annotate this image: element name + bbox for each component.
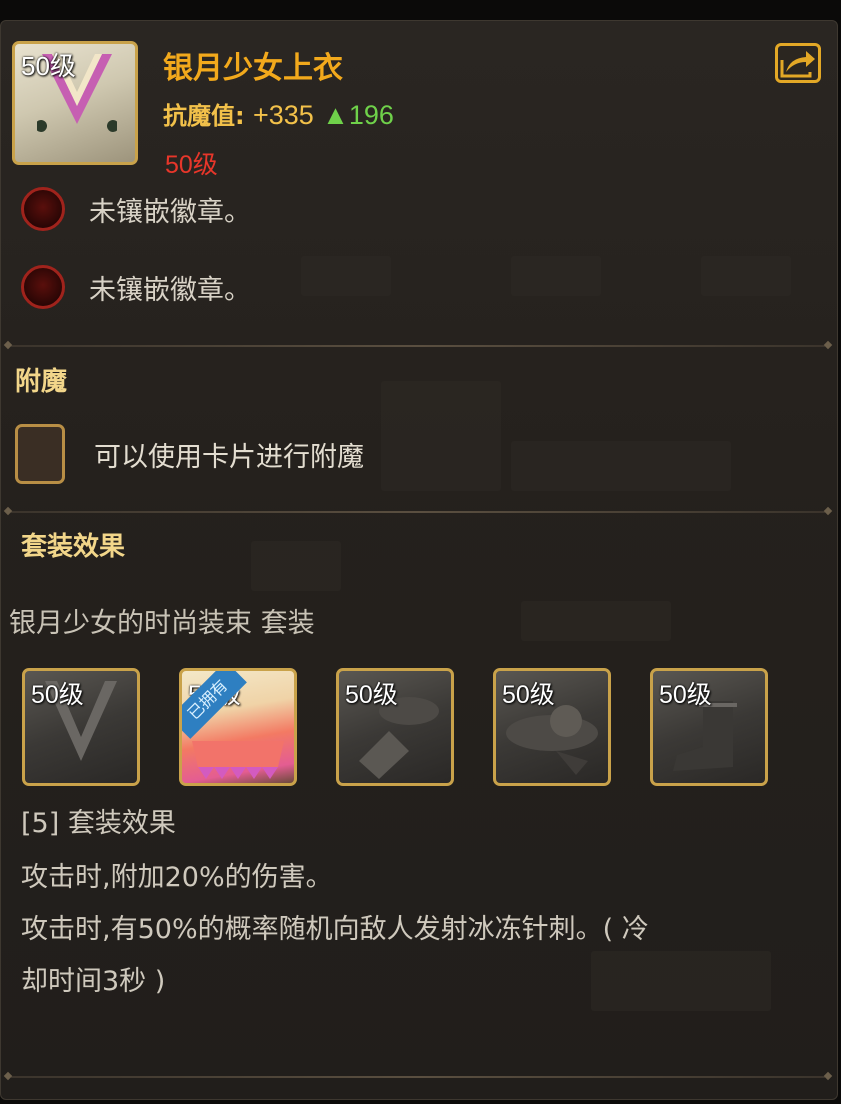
set-name: 银月少女的时尚装束 套装 bbox=[9, 608, 315, 639]
item-tooltip-panel: 50级 银月少女上衣 抗魔值: +335 ▲196 50级 未镶嵌徽章。 未镶嵌… bbox=[0, 20, 838, 1100]
stat-label: 抗魔值: bbox=[163, 102, 245, 130]
enchant-card-slot[interactable] bbox=[15, 424, 65, 484]
socket-icon bbox=[21, 265, 65, 309]
share-button[interactable] bbox=[775, 43, 821, 83]
badge-socket-1[interactable]: 未镶嵌徽章。 bbox=[21, 185, 251, 233]
badge-socket-2[interactable]: 未镶嵌徽章。 bbox=[21, 263, 251, 311]
stat-value: +335 bbox=[252, 100, 314, 130]
item-name: 银月少女上衣 bbox=[163, 51, 343, 86]
divider bbox=[11, 511, 825, 513]
set-bonus-header: [5] 套装效果 bbox=[21, 808, 176, 839]
item-level-badge: 50级 bbox=[21, 51, 76, 81]
stat-delta: ▲196 bbox=[322, 100, 394, 130]
divider bbox=[11, 1076, 825, 1078]
set-bonus-line: 却时间3秒 ) bbox=[21, 966, 166, 997]
set-item-5[interactable]: 50级 bbox=[650, 668, 768, 786]
divider bbox=[11, 345, 825, 347]
set-item-2[interactable]: 50级 已拥有 bbox=[179, 668, 297, 786]
required-level: 50级 bbox=[165, 151, 218, 179]
set-item-level: 50级 bbox=[345, 681, 398, 709]
set-effect-title: 套装效果 bbox=[21, 532, 126, 562]
set-bonus-line: 攻击时,有50%的概率随机向敌人发射冰冻针刺。( 冷 bbox=[21, 914, 649, 945]
enchant-title: 附魔 bbox=[15, 367, 68, 397]
set-item-1[interactable]: 50级 bbox=[22, 668, 140, 786]
set-item-3[interactable]: 50级 bbox=[336, 668, 454, 786]
socket-icon bbox=[21, 187, 65, 231]
set-bonus-line: 攻击时,附加20%的伤害。 bbox=[21, 862, 333, 893]
socket-label: 未镶嵌徽章。 bbox=[89, 196, 251, 228]
set-item-level: 50级 bbox=[502, 681, 555, 709]
set-item-4[interactable]: 50级 bbox=[493, 668, 611, 786]
socket-label: 未镶嵌徽章。 bbox=[89, 274, 251, 306]
set-item-level: 50级 bbox=[31, 681, 84, 709]
item-icon: 50级 bbox=[12, 41, 138, 165]
enchant-description: 可以使用卡片进行附魔 bbox=[94, 442, 364, 473]
set-item-level: 50级 bbox=[659, 681, 712, 709]
share-arrow-icon bbox=[780, 51, 815, 78]
magic-resist-stat: 抗魔值: +335 ▲196 bbox=[163, 96, 394, 131]
